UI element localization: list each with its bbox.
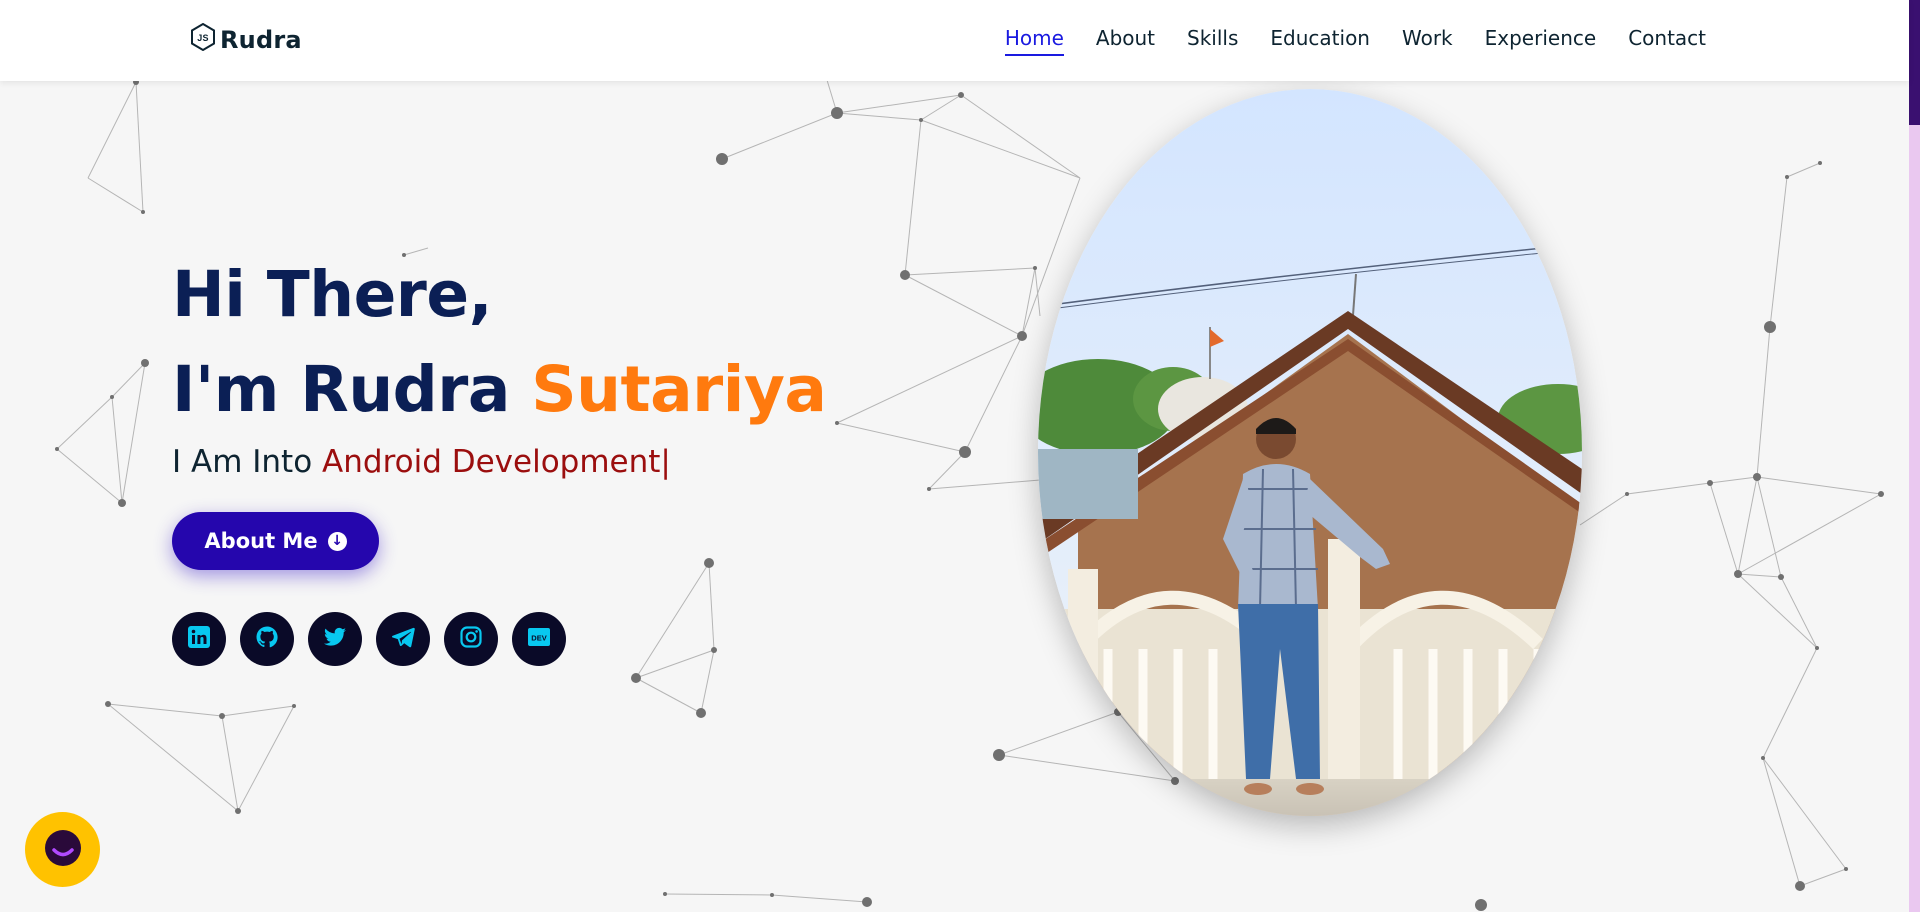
- hero-greeting: Hi There,: [172, 258, 493, 331]
- main-nav: Home About Skills Education Work Experie…: [1004, 26, 1706, 56]
- svg-text:JS: JS: [197, 33, 208, 43]
- about-me-button[interactable]: About Me ↓: [172, 512, 379, 570]
- nav-link-home[interactable]: Home: [1004, 26, 1064, 56]
- twitter-link[interactable]: [308, 612, 362, 666]
- profile-photo: [1038, 89, 1582, 816]
- linkedin-icon: [187, 625, 211, 653]
- linkedin-link[interactable]: [172, 612, 226, 666]
- arrow-down-circle-icon: ↓: [327, 531, 347, 551]
- logo-text: Rudra: [220, 26, 302, 54]
- nav-link-work[interactable]: Work: [1402, 26, 1453, 56]
- typed-role-line: I Am Into Android Development|: [172, 444, 671, 480]
- chat-widget-button[interactable]: [25, 812, 100, 887]
- twitter-icon: [323, 625, 347, 653]
- social-links: DEV: [172, 612, 566, 666]
- nav-link-skills[interactable]: Skills: [1187, 26, 1238, 56]
- typed-prefix: I Am Into: [172, 444, 313, 480]
- dev-link[interactable]: DEV: [512, 612, 566, 666]
- svg-text:DEV: DEV: [531, 634, 546, 643]
- about-me-label: About Me: [204, 529, 318, 553]
- nav-link-education[interactable]: Education: [1270, 26, 1370, 56]
- dev-icon: DEV: [527, 625, 551, 653]
- scrollbar-thumb[interactable]: [1909, 0, 1920, 125]
- hero-surname: Sutariya: [531, 352, 827, 426]
- nodejs-hexagon-icon: JS: [190, 22, 216, 57]
- site-header: JS Rudra Home About Skills Education Wor…: [0, 0, 1909, 81]
- logo[interactable]: JS Rudra: [190, 22, 302, 57]
- chat-bubble-icon: [43, 828, 83, 872]
- hero-name: I'm Rudra: [172, 352, 510, 426]
- scrollbar-track[interactable]: [1909, 0, 1920, 912]
- hero-heading: Hi There, I'm Rudra Sutariya: [172, 248, 827, 437]
- typed-role: Android Development|: [322, 444, 671, 480]
- instagram-icon: [459, 625, 483, 653]
- telegram-link[interactable]: [376, 612, 430, 666]
- nav-link-contact[interactable]: Contact: [1628, 26, 1706, 56]
- github-icon: [255, 625, 279, 653]
- github-link[interactable]: [240, 612, 294, 666]
- nav-link-experience[interactable]: Experience: [1485, 26, 1597, 56]
- telegram-icon: [391, 625, 415, 653]
- nav-link-about[interactable]: About: [1096, 26, 1155, 56]
- instagram-link[interactable]: [444, 612, 498, 666]
